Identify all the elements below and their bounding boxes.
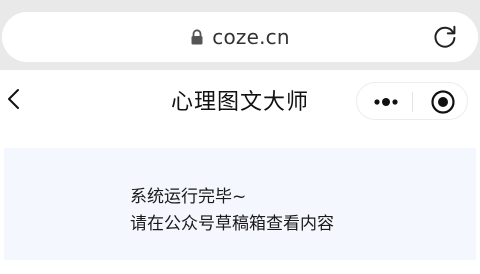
mini-program-capsule bbox=[356, 82, 468, 120]
address-content: coze.cn bbox=[2, 12, 478, 62]
more-dots-icon[interactable] bbox=[371, 92, 401, 112]
address-bar[interactable]: coze.cn bbox=[2, 12, 478, 62]
url-text: coze.cn bbox=[212, 25, 290, 49]
target-close-icon[interactable] bbox=[430, 89, 456, 115]
app-header: 心理图文大师 bbox=[0, 70, 480, 132]
message-bubble: 系统运行完毕~ 请在公众号草稿箱查看内容 bbox=[4, 148, 476, 260]
message-line-2: 请在公众号草稿箱查看内容 bbox=[130, 214, 334, 234]
capsule-divider bbox=[412, 92, 413, 112]
lock-icon bbox=[190, 29, 204, 45]
screen: coze.cn 心理图文大师 系统运行完毕~ 请在公众号草稿箱查看内容 bbox=[0, 0, 480, 274]
message-line-1: 系统运行完毕~ bbox=[130, 187, 247, 207]
browser-bar: coze.cn bbox=[0, 0, 480, 70]
reload-icon[interactable] bbox=[432, 24, 458, 50]
